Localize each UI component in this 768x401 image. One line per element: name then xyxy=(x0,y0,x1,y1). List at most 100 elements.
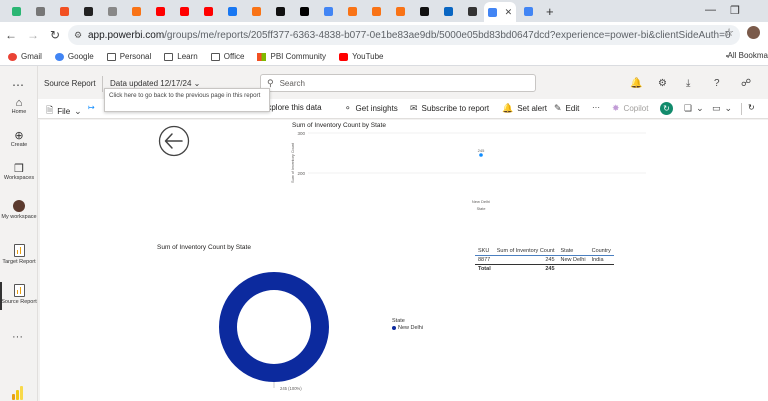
window-minimize-icon[interactable]: — xyxy=(705,4,716,16)
folder-icon xyxy=(210,52,220,61)
browser-tab[interactable] xyxy=(76,2,100,20)
table-header[interactable]: SKU xyxy=(475,247,494,256)
browser-tab[interactable] xyxy=(292,2,316,20)
nav-source-report[interactable]: Source Report xyxy=(0,282,38,310)
more-options-button[interactable]: ··· xyxy=(592,103,600,112)
new-tab-icon[interactable]: + xyxy=(546,4,554,19)
browser-tab[interactable] xyxy=(28,2,52,20)
bookmark-label: Google xyxy=(67,52,94,61)
window-restore-icon[interactable]: ❐ xyxy=(730,4,740,17)
bookmark-item[interactable]: Office xyxy=(210,52,244,61)
site-info-icon[interactable]: ⚙ xyxy=(74,30,88,41)
browser-tab-active[interactable]: ✕ xyxy=(484,2,516,22)
forward-icon[interactable]: → xyxy=(22,28,44,42)
scatter-point[interactable] xyxy=(479,153,483,157)
all-bookmarks-button[interactable]: All Bookma xyxy=(725,51,768,60)
browser-tab[interactable] xyxy=(4,2,28,20)
data-updated-label: Data updated 12/17/24 xyxy=(110,79,192,88)
browser-tab[interactable] xyxy=(100,2,124,20)
browser-tab[interactable] xyxy=(516,2,540,20)
report-icon xyxy=(13,284,25,297)
bookmark-button[interactable]: ❏ ⌄ xyxy=(684,103,708,114)
left-navigation: ⋯ ⌂ Home ⊕ Create ❒ Workspaces My worksp… xyxy=(0,66,38,401)
app-launcher-icon[interactable]: ⋯ xyxy=(12,78,24,92)
download-icon[interactable]: ⤓ xyxy=(686,78,690,89)
browser-tab[interactable] xyxy=(412,2,436,20)
view-button[interactable]: ▭ ⌄ xyxy=(712,103,736,114)
reload-report-icon[interactable]: ↻ xyxy=(748,103,755,112)
edit-label: Edit xyxy=(565,104,580,113)
browser-tab[interactable] xyxy=(388,2,412,20)
table-cell: 8877 xyxy=(478,257,491,263)
refresh-visuals-icon[interactable]: ↻ xyxy=(660,102,673,115)
reload-icon[interactable]: ↻ xyxy=(44,28,66,42)
donut-legend-item[interactable]: New Delhi xyxy=(392,325,423,331)
home-icon: ⌂ xyxy=(15,97,23,109)
browser-tab[interactable] xyxy=(220,2,244,20)
browser-tab[interactable] xyxy=(172,2,196,20)
tab-favicon-icon xyxy=(59,6,69,16)
report-name[interactable]: Source Report xyxy=(44,79,96,88)
search-placeholder: Search xyxy=(279,78,305,88)
subscribe-button[interactable]: ✉ Subscribe to report xyxy=(410,103,489,114)
bookmark-item[interactable]: Learn xyxy=(164,52,198,61)
browser-tab[interactable] xyxy=(268,2,292,20)
file-menu-button[interactable]: 🗎 File ⌄ xyxy=(46,103,86,119)
browser-tab[interactable] xyxy=(196,2,220,20)
close-tab-icon[interactable]: ✕ xyxy=(505,7,513,18)
insights-label: Get insights xyxy=(355,104,398,113)
share-icon[interactable]: ☍ xyxy=(741,78,751,89)
donut-chart[interactable]: 245 (100%) xyxy=(210,255,340,401)
edit-button[interactable]: ✎ Edit xyxy=(554,103,579,114)
url-field[interactable]: ⚙ app.powerbi.com /groups/me/reports/205… xyxy=(68,25,740,45)
nav-target-report[interactable]: Target Report xyxy=(0,244,38,266)
tab-favicon-icon xyxy=(107,6,117,16)
scatter-chart[interactable]: 300 200Sum of Inventory Count 245 New Delhi… xyxy=(286,128,656,218)
bookmark-item[interactable]: PBI Community xyxy=(257,52,326,61)
youtube-icon xyxy=(339,52,349,61)
browser-tab[interactable] xyxy=(244,2,268,20)
table-header[interactable]: Sum of Inventory Count xyxy=(493,247,558,256)
donut-slice[interactable] xyxy=(219,271,329,383)
help-icon[interactable]: ? xyxy=(714,78,720,89)
browser-tab-strip: ✕ + xyxy=(0,0,768,22)
bookmark-item[interactable]: YouTube xyxy=(339,52,384,61)
data-updated[interactable]: Data updated 12/17/24 ⌄ xyxy=(110,79,200,88)
table-cell: 245 xyxy=(545,257,555,263)
inventory-table: SKU Sum of Inventory Count State Country… xyxy=(475,247,614,273)
nav-create[interactable]: ⊕ Create xyxy=(0,131,38,149)
tab-favicon-icon xyxy=(299,6,309,16)
more-options-icon[interactable]: ··· xyxy=(12,331,23,343)
nav-home[interactable]: ⌂ Home xyxy=(0,97,38,116)
nav-my-workspace[interactable]: My workspace xyxy=(0,200,38,221)
settings-icon[interactable]: ⚙ xyxy=(658,78,667,89)
bookmark-item[interactable]: Gmail xyxy=(8,52,42,61)
browser-tab[interactable] xyxy=(340,2,364,20)
set-alert-button[interactable]: 🔔 Set alert xyxy=(502,103,547,114)
browser-tab[interactable] xyxy=(124,2,148,20)
table-header[interactable]: Country xyxy=(588,247,614,256)
browser-tab[interactable] xyxy=(52,2,76,20)
table-header[interactable]: State xyxy=(557,247,589,256)
copilot-button[interactable]: ✸ Copilot xyxy=(612,103,648,114)
bookmark-item[interactable]: Personal xyxy=(106,52,151,61)
browser-tab[interactable] xyxy=(316,2,340,20)
notifications-icon[interactable]: 🔔 xyxy=(630,78,642,89)
browser-tab[interactable] xyxy=(148,2,172,20)
export-icon[interactable]: ↦ xyxy=(88,103,95,112)
tab-favicon-icon xyxy=(275,6,285,16)
bookmark-item[interactable]: Google xyxy=(54,52,94,61)
bookmark-star-icon[interactable]: ☆ xyxy=(724,26,734,39)
back-button-tooltip: Click here to go back to the previous pa… xyxy=(104,88,270,112)
browser-tab[interactable] xyxy=(460,2,484,20)
browser-tab[interactable] xyxy=(436,2,460,20)
back-arrow-button[interactable] xyxy=(158,125,190,157)
browser-tab[interactable] xyxy=(364,2,388,20)
get-insights-button[interactable]: ⚬ Get insights xyxy=(344,103,398,114)
back-icon[interactable]: ← xyxy=(0,28,22,42)
profile-avatar[interactable] xyxy=(747,26,760,39)
explore-data-button[interactable]: Explore this data xyxy=(262,103,322,112)
search-input[interactable]: ⚲ Search xyxy=(260,74,536,92)
table-row[interactable]: 8877 245 New Delhi India xyxy=(475,256,614,265)
nav-workspaces[interactable]: ❒ Workspaces xyxy=(0,164,38,182)
